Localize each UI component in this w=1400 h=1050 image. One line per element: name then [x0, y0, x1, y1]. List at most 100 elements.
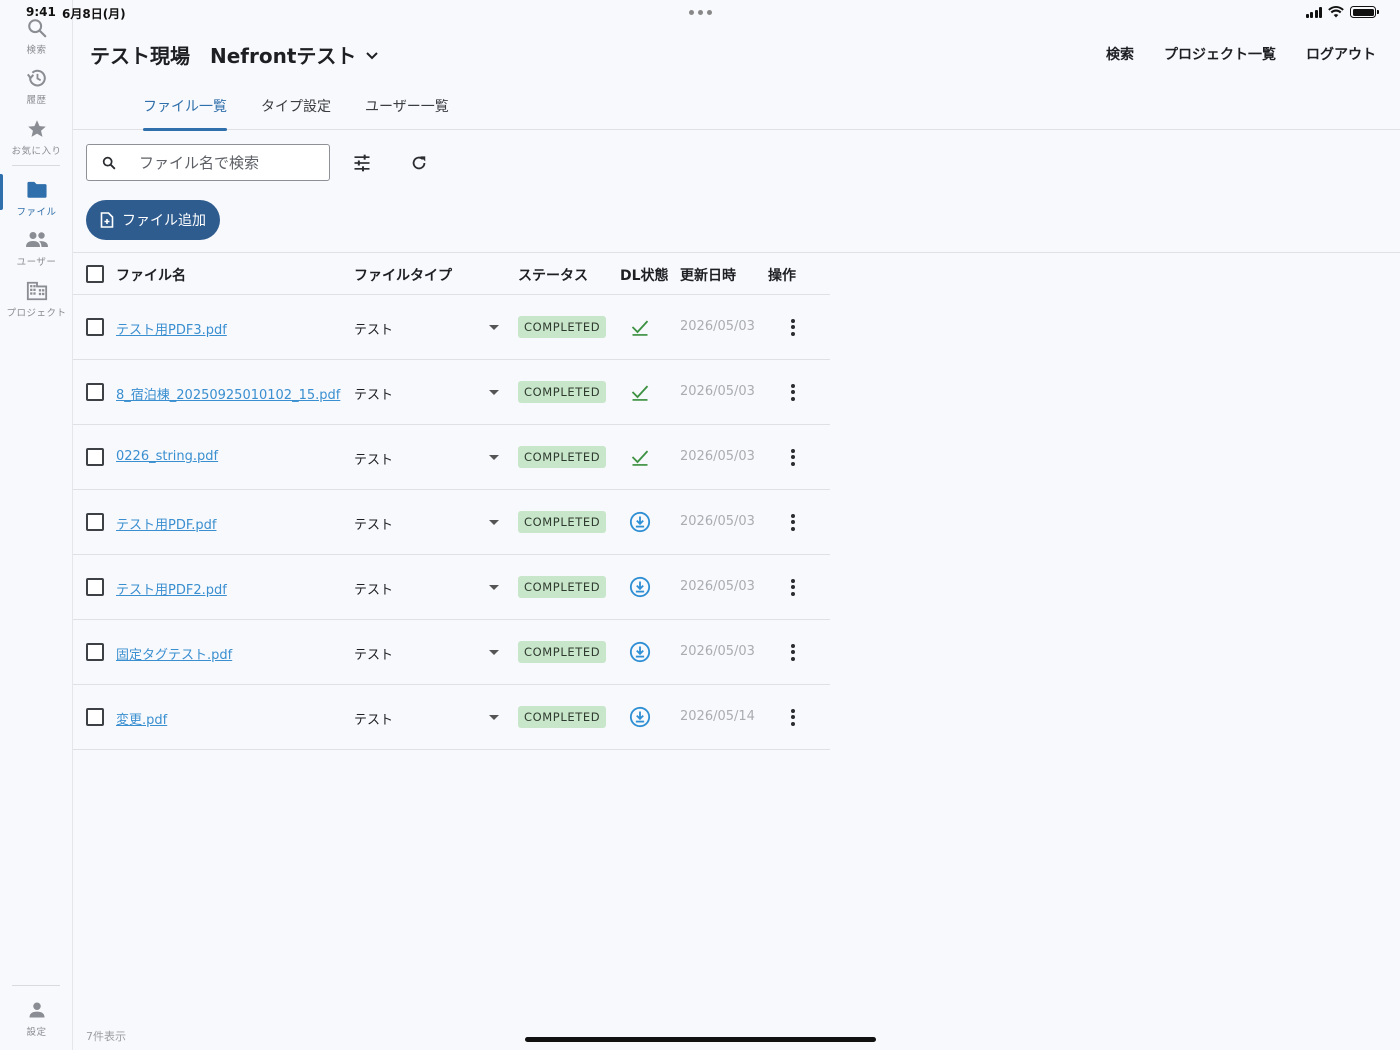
updated-date: 2026/05/03 — [680, 514, 755, 529]
tab-type-settings[interactable]: タイプ設定 — [261, 96, 331, 116]
header-updated[interactable]: 更新日時 — [680, 265, 736, 285]
row-checkbox[interactable] — [86, 643, 104, 661]
header-nav: 検索 プロジェクト一覧 ログアウト — [1106, 44, 1376, 64]
more-actions-button[interactable] — [783, 315, 803, 339]
search-box — [86, 144, 330, 181]
more-actions-button[interactable] — [783, 705, 803, 729]
dl-status — [628, 380, 652, 404]
more-actions-button[interactable] — [783, 445, 803, 469]
filter-button[interactable] — [350, 151, 374, 175]
file-type-select[interactable]: テスト — [354, 384, 393, 403]
file-type-select[interactable]: テスト — [354, 514, 393, 533]
file-name-link[interactable]: 変更.pdf — [116, 709, 167, 728]
table-header: ファイル名 ファイルタイプ ステータス DL状態 更新日時 操作 — [73, 253, 830, 295]
check-icon — [631, 320, 649, 336]
home-indicator[interactable] — [525, 1037, 876, 1042]
file-name-link[interactable]: 0226_string.pdf — [116, 449, 218, 464]
status-badge: COMPLETED — [518, 576, 607, 598]
multitasking-dots[interactable] — [689, 10, 712, 15]
refresh-button[interactable] — [407, 151, 431, 175]
row-checkbox[interactable] — [86, 513, 104, 531]
file-type-select[interactable]: テスト — [354, 319, 393, 338]
add-file-button[interactable]: ファイル追加 — [86, 200, 220, 240]
file-name-link[interactable]: テスト用PDF2.pdf — [116, 579, 227, 598]
star-icon — [27, 120, 46, 137]
caret-down-icon[interactable] — [489, 455, 499, 460]
row-checkbox[interactable] — [86, 708, 104, 726]
sidebar-item-label: ファイル — [16, 207, 57, 218]
history-icon — [26, 69, 46, 87]
caret-down-icon[interactable] — [489, 715, 499, 720]
sidebar-item-label: 設定 — [26, 1027, 47, 1038]
file-add-icon — [100, 212, 114, 228]
sidebar-item-favorites[interactable]: お気に入り — [0, 117, 73, 157]
dl-status[interactable] — [628, 640, 652, 664]
file-name-link[interactable]: 固定タグテスト.pdf — [116, 644, 232, 663]
file-name-link[interactable]: テスト用PDF3.pdf — [116, 319, 227, 338]
person-icon — [29, 1002, 44, 1018]
caret-down-icon[interactable] — [489, 390, 499, 395]
dl-status[interactable] — [628, 705, 652, 729]
search-input[interactable] — [139, 153, 319, 172]
app-header: テスト現場 Nefrontテスト 検索 プロジェクト一覧 ログアウト — [73, 24, 1400, 82]
caret-down-icon[interactable] — [489, 585, 499, 590]
status-badge: COMPLETED — [518, 641, 607, 663]
sidebar-item-history[interactable]: 履歴 — [0, 66, 73, 106]
dl-status[interactable] — [628, 510, 652, 534]
select-all-checkbox[interactable] — [86, 265, 104, 283]
check-icon — [631, 450, 649, 466]
updated-date: 2026/05/03 — [680, 579, 755, 594]
row-checkbox[interactable] — [86, 578, 104, 596]
table-body: テスト用PDF3.pdf テスト COMPLETED 2026/05/03 8_宿泊棟_… — [73, 295, 830, 750]
check-icon — [631, 385, 649, 401]
updated-date: 2026/05/14 — [680, 709, 755, 724]
status-indicators — [1305, 6, 1379, 18]
header-dl-status[interactable]: DL状態 — [620, 265, 669, 285]
sidebar: 検索 履歴 お気に入り ファイル ユーザー プロジェクト 設定 — [0, 0, 73, 1050]
file-type-select[interactable]: テスト — [354, 644, 393, 663]
folder-icon — [26, 181, 47, 198]
header-status[interactable]: ステータス — [518, 265, 588, 285]
status-date: 6月8日(月) — [62, 7, 126, 21]
dl-status — [628, 315, 652, 339]
result-count: 7件表示 — [86, 1030, 126, 1043]
project-selector[interactable]: テスト現場 Nefrontテスト — [90, 40, 380, 69]
file-name-link[interactable]: 8_宿泊棟_20250925010102_15.pdf — [116, 384, 340, 403]
sidebar-divider — [12, 165, 60, 166]
dl-status[interactable] — [628, 575, 652, 599]
row-checkbox[interactable] — [86, 383, 104, 401]
status-bar: 9:41 6月8日(月) — [0, 0, 1400, 24]
tab-file-list[interactable]: ファイル一覧 — [143, 96, 227, 131]
header-file-name[interactable]: ファイル名 — [116, 265, 186, 285]
header-file-type[interactable]: ファイルタイプ — [354, 265, 452, 285]
file-type-select[interactable]: テスト — [354, 709, 393, 728]
updated-date: 2026/05/03 — [680, 319, 755, 334]
more-actions-button[interactable] — [783, 510, 803, 534]
file-type-select[interactable]: テスト — [354, 449, 393, 468]
sidebar-item-label: プロジェクト — [6, 308, 67, 319]
cellular-signal-icon — [1305, 6, 1322, 18]
more-actions-button[interactable] — [783, 575, 803, 599]
caret-down-icon[interactable] — [489, 325, 499, 330]
nav-projects-link[interactable]: プロジェクト一覧 — [1164, 44, 1276, 64]
sidebar-item-settings[interactable]: 設定 — [0, 998, 73, 1038]
row-checkbox[interactable] — [86, 448, 104, 466]
download-circle-icon — [629, 511, 651, 533]
more-actions-button[interactable] — [783, 640, 803, 664]
more-actions-button[interactable] — [783, 380, 803, 404]
nav-logout-link[interactable]: ログアウト — [1306, 44, 1376, 64]
caret-down-icon[interactable] — [489, 650, 499, 655]
sidebar-item-projects[interactable]: プロジェクト — [0, 279, 73, 319]
caret-down-icon[interactable] — [489, 520, 499, 525]
sidebar-item-label: お気に入り — [11, 146, 62, 157]
project-name: Nefrontテスト — [210, 44, 357, 68]
nav-search-link[interactable]: 検索 — [1106, 44, 1134, 64]
status-badge: COMPLETED — [518, 316, 607, 338]
file-name-link[interactable]: テスト用PDF.pdf — [116, 514, 216, 533]
tab-user-list[interactable]: ユーザー一覧 — [365, 96, 449, 116]
sidebar-item-users[interactable]: ユーザー — [0, 228, 73, 268]
table-row: 0226_string.pdf テスト COMPLETED 2026/05/03 — [73, 425, 830, 490]
row-checkbox[interactable] — [86, 318, 104, 336]
file-type-select[interactable]: テスト — [354, 579, 393, 598]
sidebar-item-files[interactable]: ファイル — [0, 174, 73, 218]
